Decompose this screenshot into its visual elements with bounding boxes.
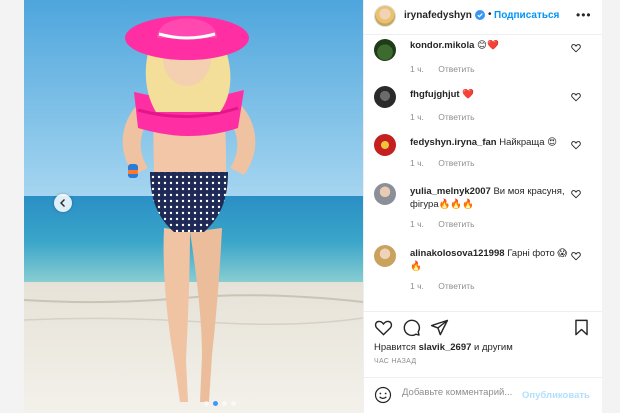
comment-text: alinakolosova121998 Гарні фото 😱🔥	[410, 247, 570, 273]
like-comment-heart-icon[interactable]	[571, 140, 581, 150]
carousel-prev-button[interactable]	[54, 194, 72, 212]
comment-meta: 1 ч. Ответить	[410, 158, 487, 168]
post-actions-bar	[364, 311, 602, 342]
comment-username[interactable]: yulia_melnyk2007	[410, 186, 491, 197]
comment-time: 1 ч.	[410, 64, 424, 74]
header-separator: •	[488, 9, 492, 20]
comment-meta: 1 ч. Ответить	[410, 64, 487, 74]
author-avatar[interactable]	[374, 5, 396, 27]
like-comment-heart-icon[interactable]	[571, 251, 581, 261]
post-timestamp: ЧАС НАЗАД	[374, 358, 417, 365]
emoji-smiley-icon[interactable]	[374, 386, 392, 404]
like-heart-icon[interactable]	[374, 318, 393, 337]
comment-reply-button[interactable]: Ответить	[438, 112, 474, 122]
page-gutter-right	[601, 0, 620, 413]
comment-text: yulia_melnyk2007 Ви моя красуня, фігура🔥…	[410, 185, 570, 211]
commenter-avatar[interactable]	[374, 39, 396, 61]
comment-username[interactable]: fhgfujghjut	[410, 89, 460, 100]
comment-meta: 1 ч. Ответить	[410, 219, 487, 229]
comment-text: kondor.mikola 😊❤️	[410, 39, 570, 52]
comment-time: 1 ч.	[410, 281, 424, 291]
likes-prefix: Нравится	[374, 342, 416, 353]
commenter-avatar[interactable]	[374, 134, 396, 156]
carousel-dots	[204, 401, 236, 406]
comment-reply-button[interactable]: Ответить	[438, 64, 474, 74]
publish-comment-button[interactable]: Опубликовать	[522, 390, 590, 401]
commenter-avatar[interactable]	[374, 86, 396, 108]
like-comment-heart-icon[interactable]	[571, 43, 581, 53]
author-username[interactable]: irynafedyshyn	[404, 10, 472, 21]
likes-suffix[interactable]: и другим	[474, 342, 513, 353]
comment-username[interactable]: kondor.mikola	[410, 40, 474, 51]
verified-badge-icon	[475, 10, 485, 20]
comment-text: fedyshyn.iryna_fan Найкраща 😍	[410, 136, 570, 149]
add-comment-input[interactable]	[402, 387, 522, 398]
comment-body: Найкраща 😍	[499, 137, 558, 148]
likes-summary: Нравится slavik_2697 и другим	[374, 342, 513, 353]
chevron-left-icon	[60, 199, 65, 207]
comment-username[interactable]: fedyshyn.iryna_fan	[410, 137, 497, 148]
share-paper-plane-icon[interactable]	[430, 318, 449, 337]
likes-user[interactable]: slavik_2697	[419, 342, 472, 353]
carousel-dot	[231, 401, 236, 406]
post-side-panel: irynafedyshyn • Подписаться ••• kondor.m…	[363, 0, 602, 413]
comment-reply-button[interactable]: Ответить	[438, 158, 474, 168]
comment-body: 😊❤️	[477, 40, 499, 51]
like-comment-heart-icon[interactable]	[571, 189, 581, 199]
add-comment-bar: Опубликовать	[364, 377, 602, 414]
comment-reply-button[interactable]: Ответить	[438, 219, 474, 229]
carousel-dot-active	[213, 401, 218, 406]
comment-text: fhgfujghjut ❤️	[410, 88, 570, 101]
comment-time: 1 ч.	[410, 219, 424, 229]
carousel-dot	[204, 401, 209, 406]
like-comment-heart-icon[interactable]	[571, 92, 581, 102]
comment-username[interactable]: alinakolosova121998	[410, 248, 505, 259]
comment-time: 1 ч.	[410, 158, 424, 168]
comments-list[interactable]: kondor.mikola 😊❤️ 1 ч. Ответить fhgfujgh…	[364, 34, 602, 311]
save-bookmark-icon[interactable]	[572, 318, 591, 337]
comment-bubble-icon[interactable]	[402, 318, 421, 337]
comment-time: 1 ч.	[410, 112, 424, 122]
carousel-dot	[222, 401, 227, 406]
post-photo[interactable]	[24, 0, 363, 413]
follow-button[interactable]: Подписаться	[494, 10, 559, 21]
comment-body: ❤️	[462, 89, 475, 100]
beach-photo-illustration	[24, 0, 363, 413]
page-gutter-left	[0, 0, 24, 413]
commenter-avatar[interactable]	[374, 183, 396, 205]
more-options-button[interactable]: •••	[576, 8, 592, 22]
comment-meta: 1 ч. Ответить	[410, 281, 487, 291]
commenter-avatar[interactable]	[374, 245, 396, 267]
post-header: irynafedyshyn • Подписаться •••	[364, 0, 602, 35]
comment-meta: 1 ч. Ответить	[410, 112, 487, 122]
comment-reply-button[interactable]: Ответить	[438, 281, 474, 291]
